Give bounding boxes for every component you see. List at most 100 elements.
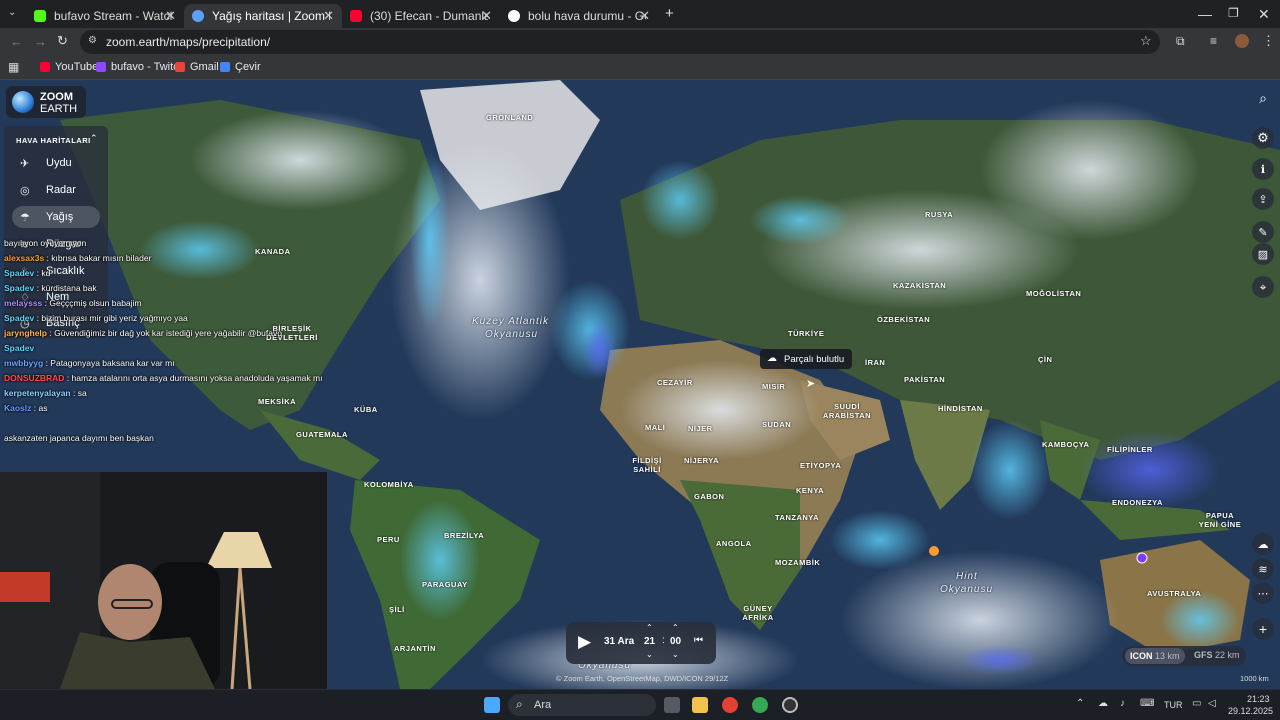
close-icon[interactable]: ✕ <box>323 8 334 24</box>
model-icon-option[interactable]: ICON 13 km <box>1125 648 1185 664</box>
chat-message: askanzaten japanca dayımı ben başkan <box>4 433 154 443</box>
clock-time[interactable]: 21:23 <box>1247 694 1270 704</box>
minimize-button[interactable]: — <box>1198 6 1212 22</box>
storm-marker[interactable] <box>929 546 939 556</box>
mic-icon[interactable]: ♪ <box>1120 698 1125 709</box>
chat-text: bayılıyon oyuyamıyon <box>4 238 87 248</box>
site-info-icon[interactable]: ⚙ <box>88 35 97 46</box>
window-close-button[interactable]: ✕ <box>1258 6 1270 23</box>
address-bar[interactable]: ⚙ zoom.earth/maps/precipitation/ ☆ <box>80 30 1160 54</box>
locate-button[interactable]: ⌖ <box>1252 276 1274 298</box>
play-icon[interactable]: ▶ <box>578 632 591 652</box>
chat-username[interactable]: jarynghelp <box>4 328 47 338</box>
chat-username[interactable]: melaysss <box>4 298 42 308</box>
tab-youtube[interactable]: (30) Efecan - Dumanla Bas Basa ✕ <box>342 4 500 28</box>
chat-username[interactable]: alexsax3s <box>4 253 44 263</box>
network-icon[interactable]: ☁ <box>1098 698 1108 709</box>
windows-start-icon[interactable] <box>484 697 500 713</box>
tab-search-icon[interactable]: ⌄ <box>8 7 16 18</box>
chevron-up-icon[interactable]: ⌃ <box>646 623 653 632</box>
close-icon[interactable]: ✕ <box>639 8 650 24</box>
task-view-icon[interactable] <box>664 697 680 713</box>
bookmark-star-icon[interactable]: ☆ <box>1140 33 1152 49</box>
satellite-icon: ✈ <box>20 157 30 170</box>
chat-username[interactable]: DONSUZBRAD <box>4 373 64 383</box>
search-placeholder: Ara <box>534 699 552 711</box>
chrome-icon[interactable] <box>722 697 738 713</box>
chat-username[interactable]: Spadev <box>4 343 34 353</box>
chat-username[interactable]: Kaoslz <box>4 403 31 413</box>
chat-text: kd <box>41 268 51 278</box>
chat-message: alexsax3s : kıbrısa bakar mısın bilader <box>4 253 151 263</box>
zoom-earth-logo[interactable]: ZOOM EARTH <box>6 86 86 118</box>
chevron-up-icon[interactable]: ⌃ <box>1076 698 1084 709</box>
back-icon[interactable]: ← <box>10 34 23 49</box>
bookmark-twitch[interactable]: bufavo - Twitch <box>96 61 185 73</box>
chevron-down-icon[interactable]: ⌄ <box>646 650 653 659</box>
bookmark-translate[interactable]: Çevir <box>220 61 261 73</box>
timeline-date[interactable]: 31 Ara <box>604 636 634 647</box>
tab-google[interactable]: bolu hava durumu - Google'da ✕ <box>500 4 658 28</box>
chat-username[interactable]: Spadev <box>4 313 34 323</box>
share-button[interactable]: ⇪ <box>1252 188 1274 210</box>
layer-precipitation[interactable]: ☂ Yağış <box>12 206 100 228</box>
chrome-icon[interactable] <box>752 697 768 713</box>
extensions-icon[interactable]: ⧉ <box>1176 34 1185 49</box>
chat-text: kıbrısa bakar mısın bilader <box>51 253 152 263</box>
layer-radar[interactable]: ◎ Radar <box>12 179 100 201</box>
chat-text: as <box>38 403 48 413</box>
wind-layer-button[interactable]: ≋ <box>1252 558 1274 580</box>
chat-username[interactable]: kerpetenyalayan <box>4 388 71 398</box>
more-layers-button[interactable]: ⋯ <box>1252 582 1274 604</box>
model-gfs-option[interactable]: GFS 22 km <box>1194 650 1240 660</box>
media-icon[interactable]: ≡ <box>1210 34 1217 48</box>
maximize-button[interactable]: ❐ <box>1228 6 1239 20</box>
chat-message: melaysss : Geçççmiş olsun babajim <box>4 298 142 308</box>
search-button[interactable]: ⌕ <box>1252 87 1274 109</box>
layer-satellite[interactable]: ✈ Uydu <box>12 152 100 174</box>
tab-zoom-earth[interactable]: Yağış haritası | Zoom Earth ✕ <box>184 4 342 28</box>
keyboard-icon[interactable]: ⌨ <box>1140 698 1154 709</box>
chat-username[interactable]: mwbbyyg <box>4 358 43 368</box>
close-icon[interactable]: ✕ <box>165 8 176 24</box>
skip-back-icon[interactable]: ⏮ <box>694 635 703 646</box>
obs-icon[interactable] <box>782 697 798 713</box>
measure-button[interactable]: ▨ <box>1252 243 1274 265</box>
model-selector[interactable]: ICON 13 km GFS 22 km <box>1122 646 1246 666</box>
volume-icon[interactable]: ◁ <box>1208 698 1216 709</box>
more-menu-icon[interactable]: ⋮ <box>1262 33 1275 49</box>
chevron-up-icon[interactable]: ⌃ <box>672 623 679 632</box>
draw-button[interactable]: ✎ <box>1252 221 1274 243</box>
close-icon[interactable]: ✕ <box>481 8 492 24</box>
language-indicator[interactable]: TUR <box>1164 700 1183 710</box>
forward-icon[interactable]: → <box>34 34 47 49</box>
avatar[interactable] <box>1235 34 1249 48</box>
apps-grid-icon[interactable]: ▦ <box>8 60 19 74</box>
file-explorer-icon[interactable] <box>692 697 708 713</box>
cloud-layer-button[interactable]: ☁ <box>1252 533 1274 555</box>
bookmark-label: bufavo - Twitch <box>111 61 185 73</box>
bookmark-gmail[interactable]: Gmail <box>175 61 219 73</box>
settings-button[interactable]: ⚙ <box>1252 127 1274 149</box>
chevron-up-icon[interactable]: ⌃ <box>90 133 98 144</box>
chevron-down-icon[interactable]: ⌄ <box>672 650 679 659</box>
clock-date[interactable]: 29.12.2025 <box>1228 706 1273 716</box>
timeline-minute[interactable]: 00 <box>670 636 681 647</box>
zoom-in-button[interactable]: + <box>1252 618 1274 640</box>
display-icon[interactable]: ▭ <box>1192 698 1201 709</box>
chat-username[interactable]: Spadev <box>4 268 34 278</box>
map-label: KAMBOÇYA <box>1042 440 1090 449</box>
storm-marker[interactable] <box>1136 552 1148 564</box>
chat-username[interactable]: Spadev <box>4 283 34 293</box>
map-label: CEZAYİR <box>657 378 693 387</box>
new-tab-button[interactable]: + <box>665 5 674 22</box>
bookmark-youtube[interactable]: YouTube <box>40 61 98 73</box>
reload-icon[interactable]: ↻ <box>57 33 68 49</box>
tab-kick[interactable]: bufavo Stream - Watch Live on ✕ <box>26 4 184 28</box>
windows-taskbar: ⌕ Ara ⌃ ☁ ♪ ⌨ TUR ▭ ◁ 21:23 29.12.2025 <box>0 689 1280 720</box>
taskbar-search[interactable]: ⌕ Ara <box>508 694 656 716</box>
layer-label: Uydu <box>46 157 72 169</box>
stream-chat-overlay: bayılıyon oyuyamıyon alexsax3s : kıbrısa … <box>0 236 330 472</box>
info-button[interactable]: ℹ <box>1252 158 1274 180</box>
timeline-hour[interactable]: 21 <box>644 636 655 647</box>
